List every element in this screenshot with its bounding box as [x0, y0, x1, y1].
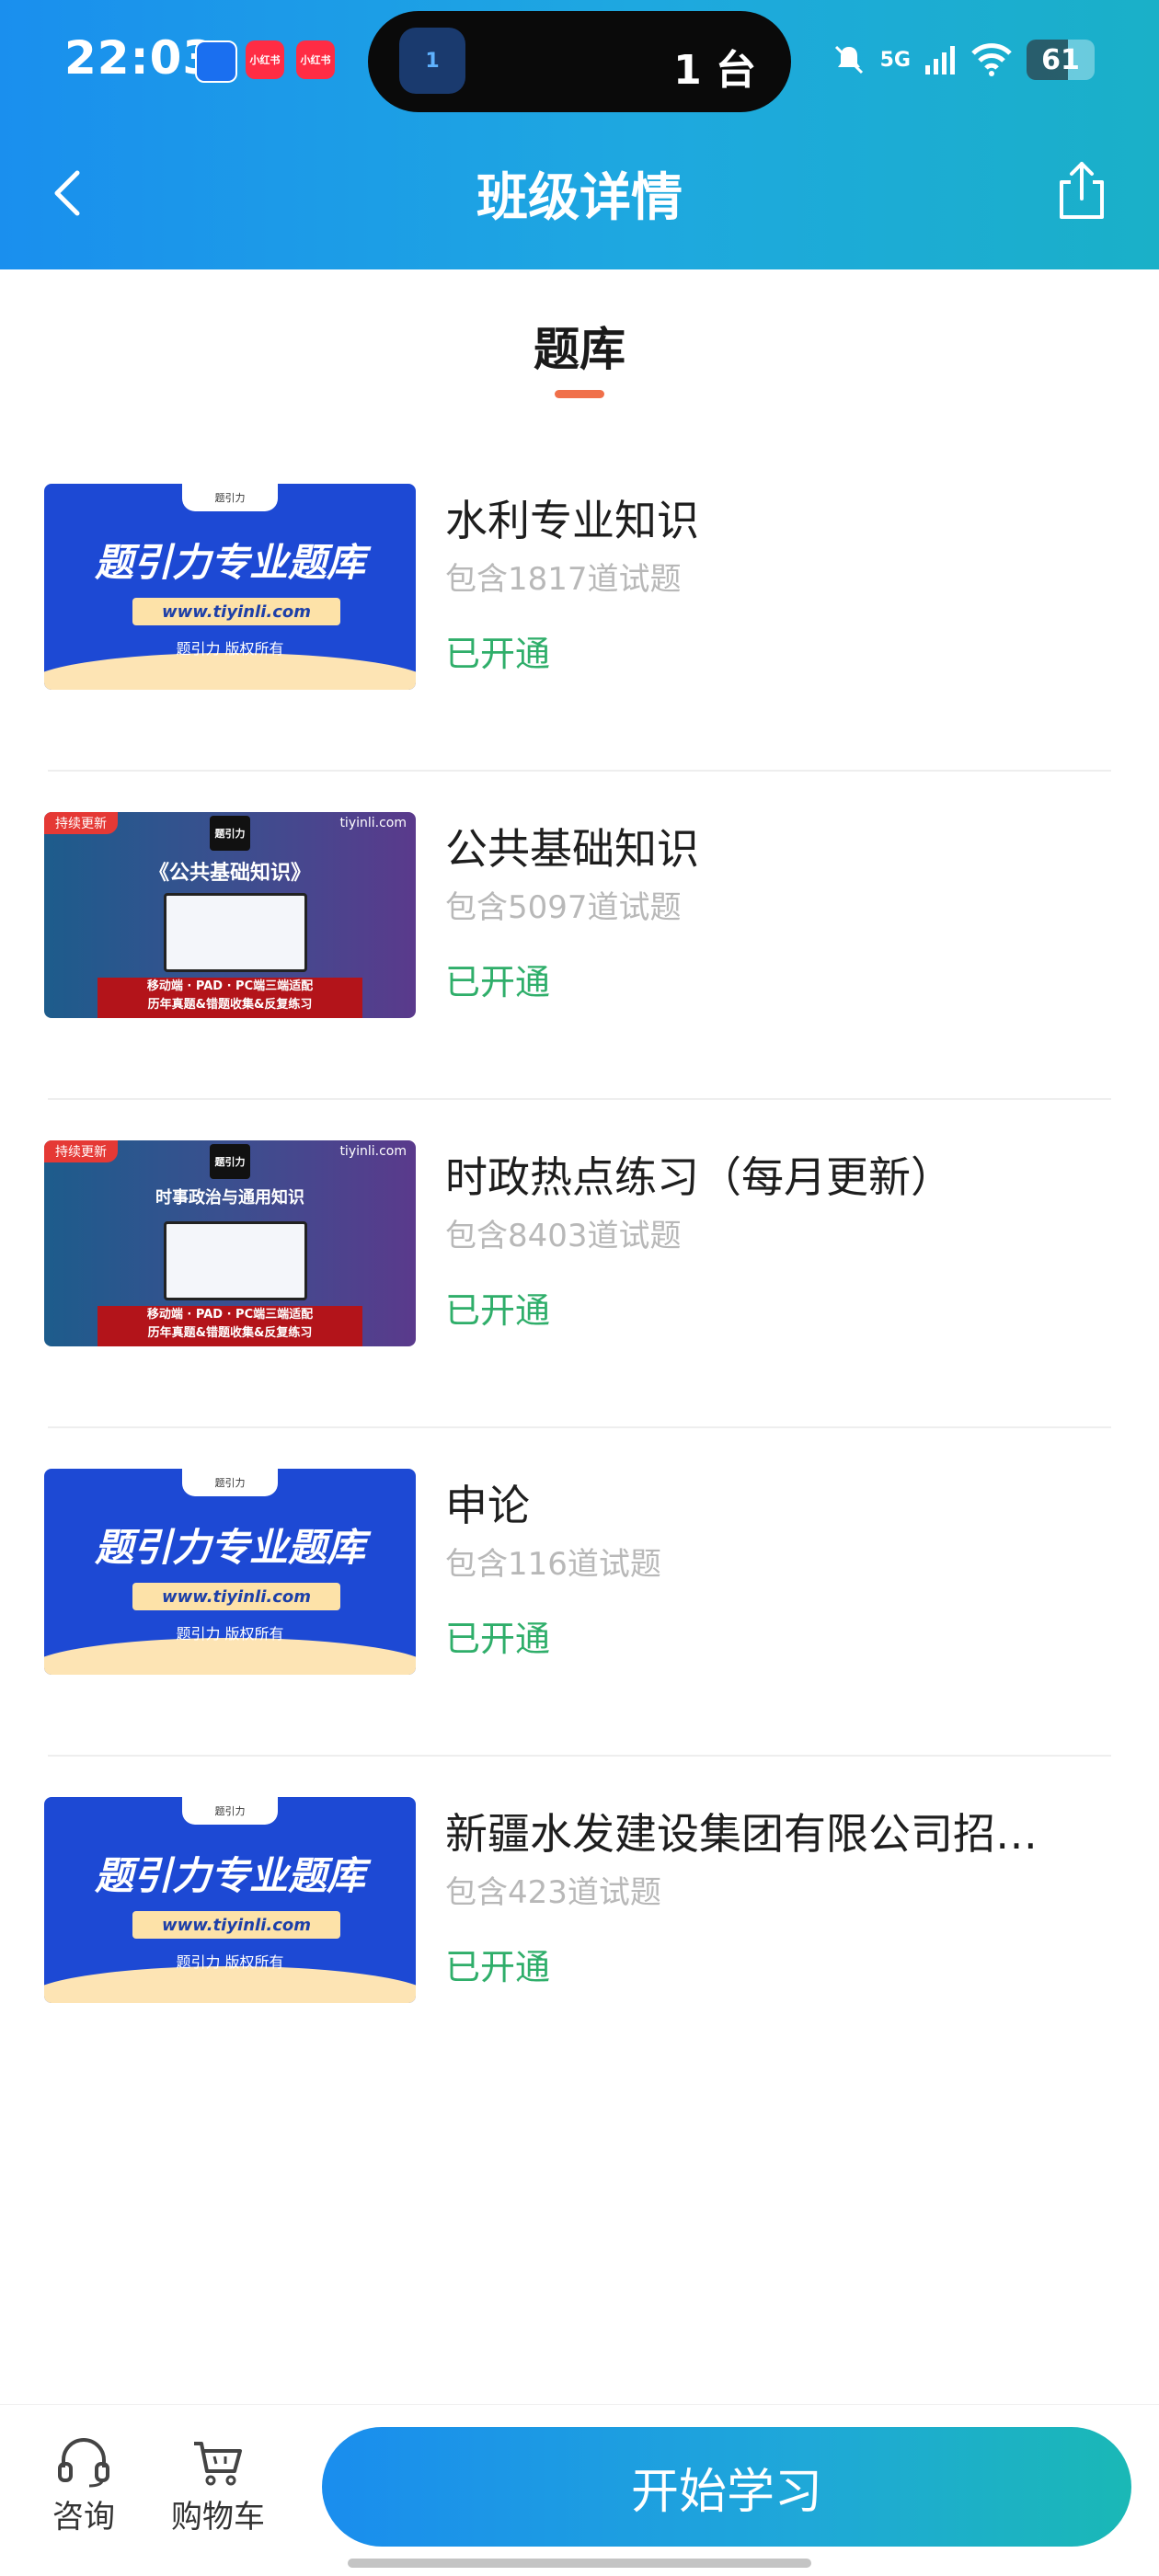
bank-status: 已开通	[445, 1290, 551, 1331]
island-badge: 1	[425, 49, 440, 73]
battery-level: 61	[1041, 43, 1080, 76]
bank-thumbnail: 题引力 题引力专业题库 www.tiyinli.com 题引力 版权所有	[44, 1797, 416, 2003]
thumbnail-brand: 题引力	[182, 484, 278, 511]
header: 22:03 小红书 小红书 1 1 台 5G 61 班级详情	[0, 0, 1159, 269]
bank-count: 包含8403道试题	[445, 1218, 682, 1254]
list-item[interactable]: 持续更新 题引力 tiyinli.com 《公共基础知识》 移动端 · PAD …	[0, 770, 1159, 1098]
thumbnail-logo: 题引力	[210, 1144, 250, 1179]
bank-name: 新疆水发建设集团有限公司招…	[445, 1809, 1038, 1859]
system-icons: 5G 61	[831, 37, 1095, 83]
battery-icon: 61	[1027, 40, 1095, 80]
bank-count: 包含1817道试题	[445, 561, 682, 598]
thumbnail-brand: 题引力	[182, 1469, 278, 1496]
cart-button[interactable]: 购物车	[167, 2436, 269, 2536]
list-item[interactable]: 持续更新 题引力 tiyinli.com 时事政治与通用知识 移动端 · PAD…	[0, 1098, 1159, 1426]
list-item[interactable]: 题引力 题引力专业题库 www.tiyinli.com 题引力 版权所有 申论 …	[0, 1426, 1159, 1755]
bank-name: 水利专业知识	[445, 496, 699, 545]
thumbnail-wave	[44, 653, 416, 690]
app-notification-icon	[195, 40, 237, 83]
status-bar: 22:03 小红书 小红书 1 1 台 5G 61	[0, 0, 1159, 129]
bank-thumbnail: 题引力 题引力专业题库 www.tiyinli.com 题引力 版权所有	[44, 484, 416, 690]
devices-illustration	[164, 1221, 307, 1300]
thumbnail-footer-line: 移动端 · PAD · PC端三端适配	[146, 979, 314, 993]
thumbnail-footer-line: 移动端 · PAD · PC端三端适配	[146, 1308, 314, 1322]
wifi-icon	[971, 43, 1012, 76]
thumbnail-footer: 移动端 · PAD · PC端三端适配 历年真题&错题收集&反复练习	[98, 1306, 362, 1346]
bank-name: 时政热点练习（每月更新）	[445, 1152, 953, 1202]
thumbnail-url: www.tiyinli.com	[132, 1911, 340, 1939]
xiaohongshu-icon: 小红书	[246, 40, 284, 79]
headset-icon	[58, 2438, 109, 2488]
bank-thumbnail: 持续更新 题引力 tiyinli.com 时事政治与通用知识 移动端 · PAD…	[44, 1140, 416, 1346]
share-icon[interactable]	[1054, 158, 1109, 223]
tab-question-bank[interactable]: 题库	[0, 313, 1159, 379]
cart-label: 购物车	[171, 2499, 265, 2536]
thumbnail-heading: 《公共基础知识》	[148, 862, 311, 885]
signal-icon	[925, 46, 955, 74]
mute-icon	[834, 45, 863, 74]
home-indicator[interactable]	[348, 2559, 811, 2568]
bank-count: 包含423道试题	[445, 1874, 661, 1911]
thumbnail-url: www.tiyinli.com	[132, 598, 340, 625]
thumbnail-headline: 题引力专业题库	[94, 1525, 365, 1570]
bank-thumbnail: 持续更新 题引力 tiyinli.com 《公共基础知识》 移动端 · PAD …	[44, 812, 416, 1018]
bank-status: 已开通	[445, 1619, 551, 1659]
tab-indicator	[555, 390, 604, 398]
question-bank-list: 题引力 题引力专业题库 www.tiyinli.com 题引力 版权所有 水利专…	[0, 441, 1159, 2083]
dynamic-island[interactable]: 1 1 台	[368, 11, 791, 112]
bank-thumbnail: 题引力 题引力专业题库 www.tiyinli.com 题引力 版权所有	[44, 1469, 416, 1675]
thumbnail-headline: 题引力专业题库	[94, 540, 365, 585]
xiaohongshu-icon: 小红书	[296, 40, 335, 79]
bank-name: 申论	[445, 1481, 530, 1530]
bank-count: 包含5097道试题	[445, 889, 682, 926]
cart-icon	[194, 2442, 242, 2486]
consult-button[interactable]: 咨询	[33, 2436, 134, 2536]
bank-status: 已开通	[445, 634, 551, 674]
consult-label: 咨询	[52, 2499, 115, 2536]
thumbnail-logo: 题引力	[210, 816, 250, 851]
bank-count: 包含116道试题	[445, 1546, 661, 1583]
devices-illustration	[164, 893, 307, 972]
broadcast-icon: 1	[399, 28, 465, 94]
status-time: 22:03	[64, 31, 216, 85]
list-item[interactable]: 题引力 题引力专业题库 www.tiyinli.com 题引力 版权所有 水利专…	[0, 441, 1159, 770]
thumbnail-footer: 移动端 · PAD · PC端三端适配 历年真题&错题收集&反复练习	[98, 978, 362, 1018]
bottom-action-bar: 咨询 购物车 开始学习	[0, 2404, 1159, 2576]
network-label: 5G	[879, 48, 911, 72]
bank-status: 已开通	[445, 962, 551, 1002]
thumbnail-headline: 题引力专业题库	[94, 1853, 365, 1898]
thumbnail-footer-line: 历年真题&错题收集&反复练习	[147, 1326, 313, 1340]
thumbnail-url: www.tiyinli.com	[132, 1583, 340, 1610]
thumbnail-wave	[44, 1966, 416, 2003]
island-text: 1 台	[673, 47, 756, 94]
bank-name: 公共基础知识	[445, 824, 699, 874]
thumbnail-brand: 题引力	[182, 1797, 278, 1825]
thumbnail-tag: 持续更新	[44, 1140, 118, 1162]
bank-status: 已开通	[445, 1947, 551, 1987]
start-learning-button[interactable]: 开始学习	[322, 2427, 1131, 2547]
list-item[interactable]: 题引力 题引力专业题库 www.tiyinli.com 题引力 版权所有 新疆水…	[0, 1755, 1159, 2083]
thumbnail-copyright: 题引力 版权所有	[176, 640, 284, 658]
thumbnail-copyright: 题引力 版权所有	[176, 1625, 284, 1643]
thumbnail-site: tiyinli.com	[339, 816, 407, 830]
thumbnail-footer-line: 历年真题&错题收集&反复练习	[147, 998, 313, 1012]
thumbnail-site: tiyinli.com	[339, 1144, 407, 1159]
thumbnail-copyright: 题引力 版权所有	[176, 1953, 284, 1971]
thumbnail-tag: 持续更新	[44, 812, 118, 834]
thumbnail-wave	[44, 1638, 416, 1675]
page-title: 班级详情	[476, 168, 683, 228]
thumbnail-heading: 时事政治与通用知识	[155, 1188, 304, 1208]
